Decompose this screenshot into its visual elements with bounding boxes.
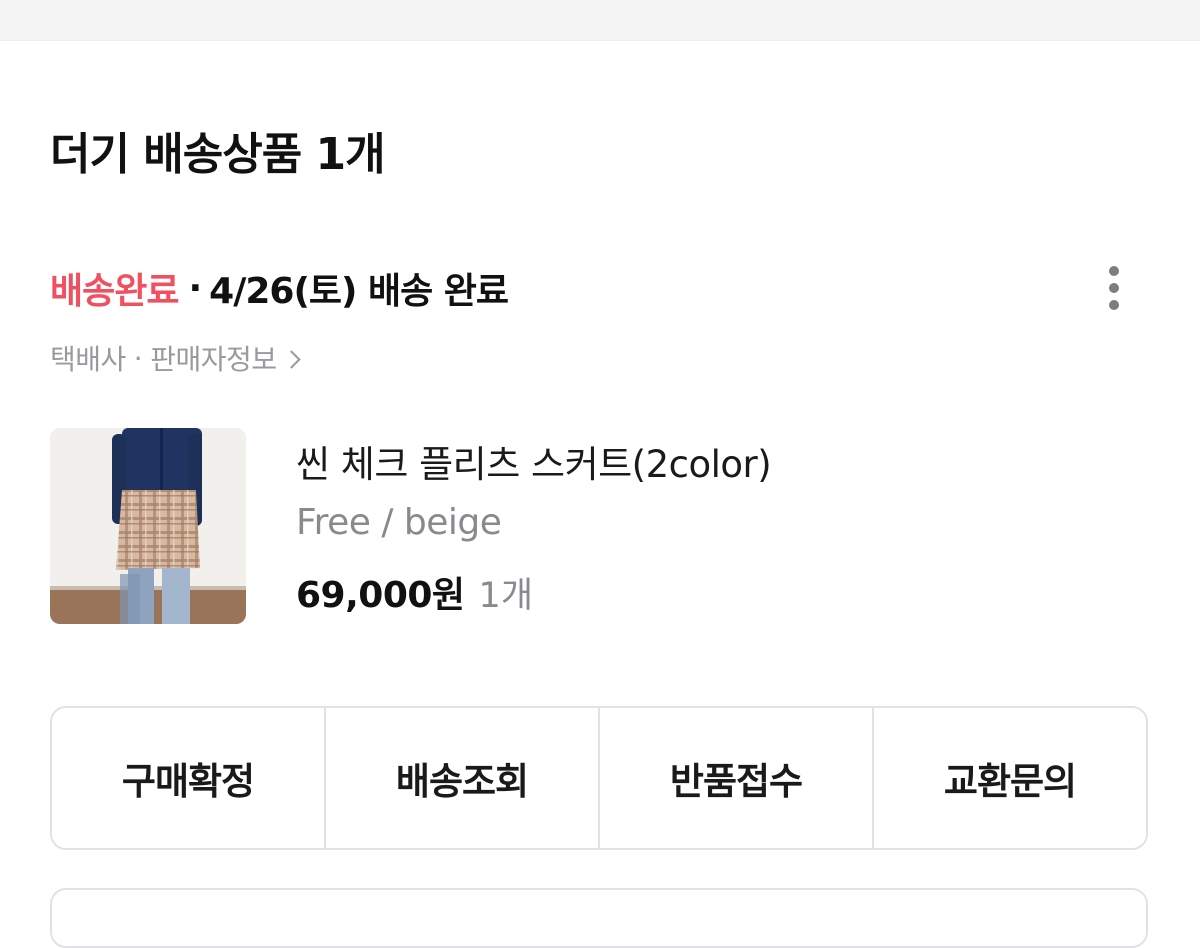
seller-info-link[interactable]: 판매자정보: [150, 338, 277, 378]
courier-link[interactable]: 택배사: [50, 338, 126, 378]
confirm-purchase-button[interactable]: 구매확정: [52, 708, 326, 848]
product-quantity: 1개: [478, 576, 534, 616]
price-row: 69,000원 1개: [296, 566, 533, 618]
product-option: Free / beige: [296, 502, 502, 543]
product-photo-illustration: [50, 428, 246, 624]
link-separator: ·: [133, 341, 143, 375]
request-return-button[interactable]: 반품접수: [600, 708, 874, 848]
shipment-status-badge: 배송완료: [50, 271, 179, 312]
exchange-inquiry-button[interactable]: 교환문의: [874, 708, 1146, 848]
product-price: 69,000원: [296, 575, 465, 616]
product-name[interactable]: 씬 체크 플리츠 스커트(2color): [296, 434, 772, 488]
track-delivery-button[interactable]: 배송조회: [326, 708, 600, 848]
more-vertical-icon: [1109, 266, 1119, 276]
product-thumbnail[interactable]: [50, 428, 246, 624]
courier-seller-link[interactable]: 택배사 · 판매자정보: [50, 338, 301, 378]
order-actions: 구매확정 배송조회 반품접수 교환문의: [50, 706, 1148, 850]
shipment-status-detail: 4/26(토) 배송 완료: [209, 271, 509, 312]
more-options-button[interactable]: [1096, 258, 1132, 318]
shipment-status-row: 배송완료 · 4/26(토) 배송 완료: [50, 262, 509, 314]
section-title: 더기 배송상품 1개: [50, 129, 386, 180]
top-divider-strip: [0, 0, 1200, 41]
chevron-right-icon: [281, 349, 301, 369]
status-separator: ·: [188, 267, 202, 309]
next-card-partial: [50, 888, 1148, 948]
